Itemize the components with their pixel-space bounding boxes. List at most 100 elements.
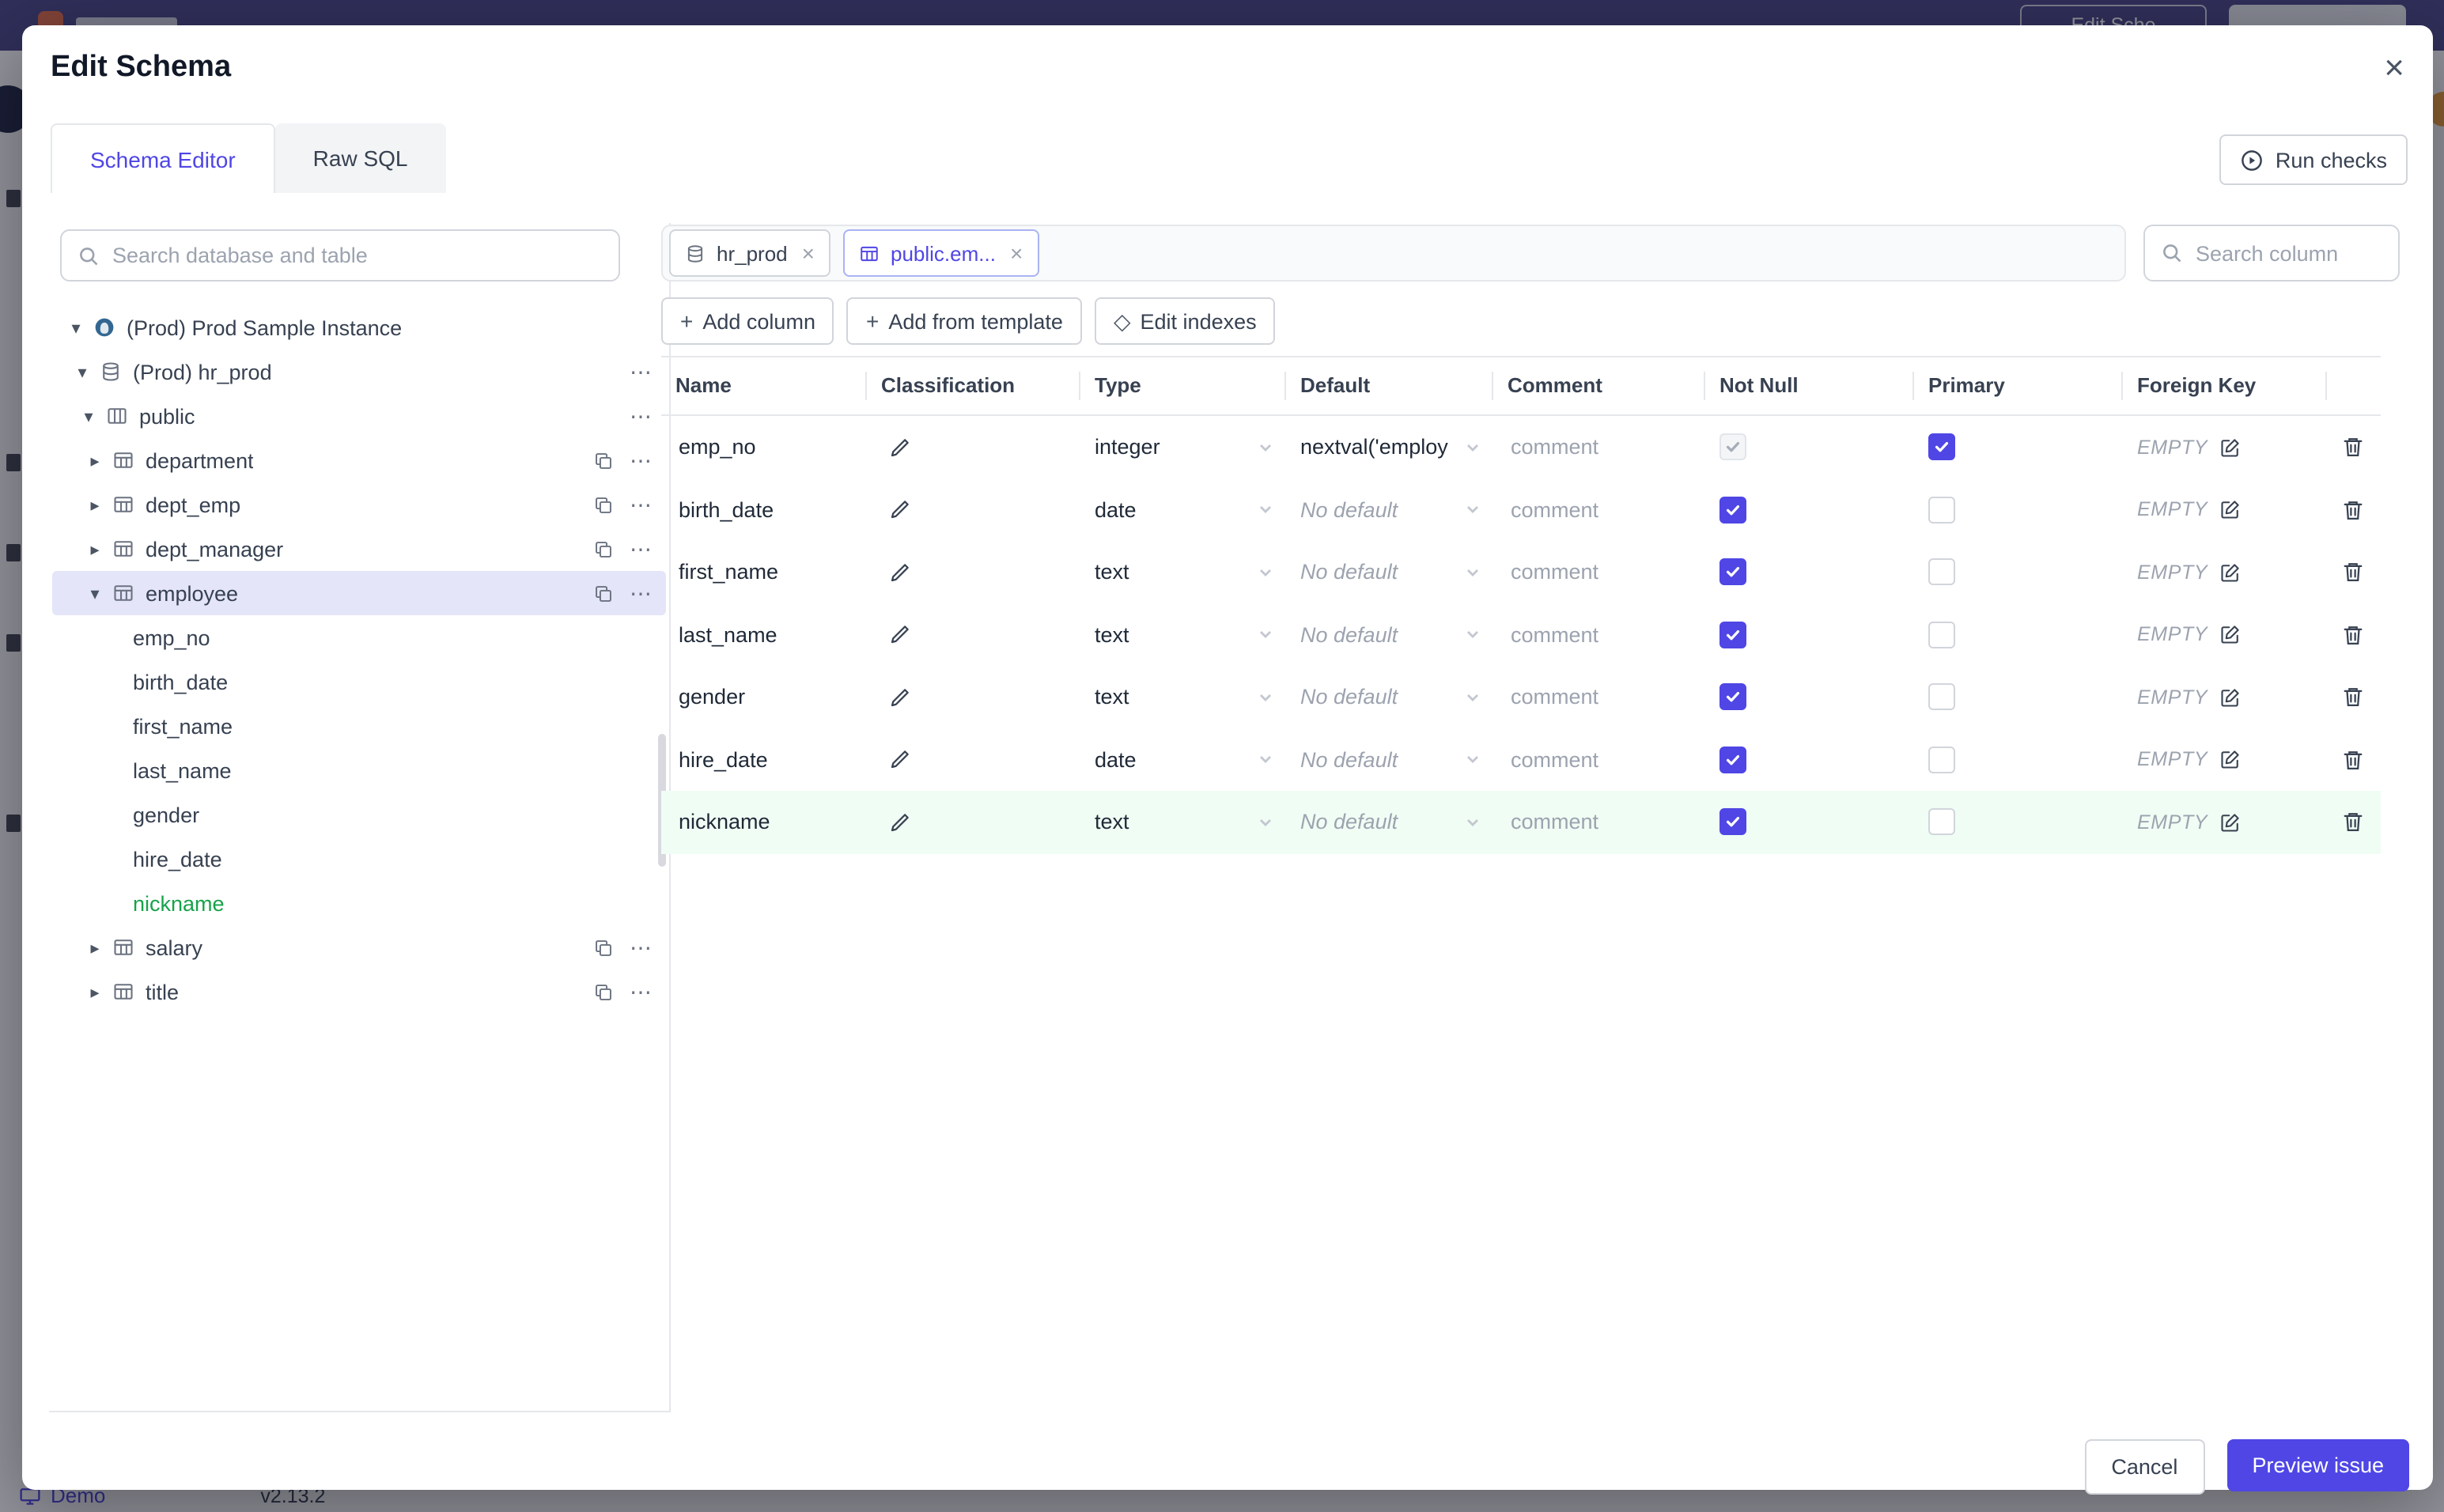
delete-column-icon[interactable] xyxy=(2341,811,2365,834)
tree-item-table-salary[interactable]: ▸ salary ⋯ xyxy=(52,925,666,970)
tree-item-column-hire-date[interactable]: hire_date xyxy=(52,837,666,881)
foreign-key-edit-icon[interactable] xyxy=(2219,624,2241,646)
cancel-button[interactable]: Cancel xyxy=(2084,1439,2205,1495)
chip-table-public-employee[interactable]: public.em... × xyxy=(843,229,1039,277)
primary-checkbox[interactable] xyxy=(1928,683,1955,711)
classification-edit-icon[interactable] xyxy=(881,561,911,584)
classification-edit-icon[interactable] xyxy=(881,499,911,521)
tree-item-column-gender[interactable]: gender xyxy=(52,792,666,837)
type-select[interactable]: text xyxy=(1095,686,1286,709)
type-select[interactable]: text xyxy=(1095,623,1286,647)
tree-item-column-birth-date[interactable]: birth_date xyxy=(52,660,666,704)
caret-right-icon[interactable]: ▸ xyxy=(85,494,104,515)
run-checks-button[interactable]: Run checks xyxy=(2219,134,2408,185)
comment-input[interactable] xyxy=(1508,433,1696,461)
column-name-input[interactable] xyxy=(675,496,867,524)
tree-item-column-first-name[interactable]: first_name xyxy=(52,704,666,748)
close-icon[interactable]: × xyxy=(2378,44,2411,92)
more-options-icon[interactable]: ⋯ xyxy=(630,358,653,385)
caret-down-icon[interactable]: ▾ xyxy=(85,583,104,603)
not-null-checkbox[interactable] xyxy=(1720,433,1746,461)
default-select[interactable]: nextval('employ xyxy=(1300,436,1493,459)
tree-item-table-dept-emp[interactable]: ▸ dept_emp ⋯ xyxy=(52,482,666,527)
default-select[interactable]: No default xyxy=(1300,686,1493,709)
caret-right-icon[interactable]: ▸ xyxy=(85,937,104,958)
edit-indexes-button[interactable]: ◇ Edit indexes xyxy=(1094,297,1276,345)
caret-down-icon[interactable]: ▾ xyxy=(66,317,85,338)
foreign-key-edit-icon[interactable] xyxy=(2219,499,2241,521)
delete-column-icon[interactable] xyxy=(2341,623,2365,647)
caret-right-icon[interactable]: ▸ xyxy=(85,539,104,559)
close-icon[interactable]: × xyxy=(802,240,815,266)
type-select[interactable]: text xyxy=(1095,811,1286,834)
column-name-input[interactable] xyxy=(675,808,867,836)
classification-edit-icon[interactable] xyxy=(881,686,911,709)
close-icon[interactable]: × xyxy=(1010,240,1023,266)
more-options-icon[interactable]: ⋯ xyxy=(630,580,653,607)
tree-item-schema-public[interactable]: ▾ public ⋯ xyxy=(52,394,666,438)
primary-checkbox[interactable] xyxy=(1928,496,1955,524)
classification-edit-icon[interactable] xyxy=(881,811,911,833)
tree-search-input[interactable] xyxy=(62,244,619,267)
more-options-icon[interactable]: ⋯ xyxy=(630,978,653,1005)
tab-raw-sql[interactable]: Raw SQL xyxy=(274,123,446,193)
not-null-checkbox[interactable] xyxy=(1720,496,1746,524)
copy-icon[interactable] xyxy=(593,937,614,958)
primary-checkbox[interactable] xyxy=(1928,621,1955,648)
delete-column-icon[interactable] xyxy=(2341,436,2365,459)
comment-input[interactable] xyxy=(1508,496,1696,524)
type-select[interactable]: date xyxy=(1095,748,1286,772)
primary-checkbox[interactable] xyxy=(1928,433,1955,461)
type-select[interactable]: date xyxy=(1095,498,1286,522)
foreign-key-edit-icon[interactable] xyxy=(2219,437,2241,459)
delete-column-icon[interactable] xyxy=(2341,561,2365,584)
tree-item-table-employee[interactable]: ▾ employee ⋯ xyxy=(52,571,666,615)
comment-input[interactable] xyxy=(1508,621,1696,648)
not-null-checkbox[interactable] xyxy=(1720,808,1746,836)
not-null-checkbox[interactable] xyxy=(1720,746,1746,773)
type-select[interactable]: integer xyxy=(1095,436,1286,459)
copy-icon[interactable] xyxy=(593,494,614,515)
add-column-button[interactable]: + Add column xyxy=(661,297,834,345)
delete-column-icon[interactable] xyxy=(2341,498,2365,522)
tree-item-table-dept-manager[interactable]: ▸ dept_manager ⋯ xyxy=(52,527,666,571)
tree-item-column-nickname[interactable]: nickname xyxy=(52,881,666,925)
more-options-icon[interactable]: ⋯ xyxy=(630,491,653,518)
more-options-icon[interactable]: ⋯ xyxy=(630,447,653,474)
primary-checkbox[interactable] xyxy=(1928,558,1955,586)
tree-item-database-hr-prod[interactable]: ▾ (Prod) hr_prod ⋯ xyxy=(52,350,666,394)
not-null-checkbox[interactable] xyxy=(1720,558,1746,586)
default-select[interactable]: No default xyxy=(1300,623,1493,647)
more-options-icon[interactable]: ⋯ xyxy=(630,934,653,961)
copy-icon[interactable] xyxy=(593,539,614,559)
tree-item-instance[interactable]: ▾ (Prod) Prod Sample Instance xyxy=(52,305,666,350)
not-null-checkbox[interactable] xyxy=(1720,683,1746,711)
classification-edit-icon[interactable] xyxy=(881,437,911,459)
foreign-key-edit-icon[interactable] xyxy=(2219,561,2241,584)
more-options-icon[interactable]: ⋯ xyxy=(630,535,653,562)
foreign-key-edit-icon[interactable] xyxy=(2219,686,2241,709)
comment-input[interactable] xyxy=(1508,558,1696,586)
primary-checkbox[interactable] xyxy=(1928,746,1955,773)
default-select[interactable]: No default xyxy=(1300,811,1493,834)
column-search-input[interactable] xyxy=(2145,241,2398,265)
delete-column-icon[interactable] xyxy=(2341,686,2365,709)
not-null-checkbox[interactable] xyxy=(1720,621,1746,648)
type-select[interactable]: text xyxy=(1095,561,1286,584)
tab-schema-editor[interactable]: Schema Editor xyxy=(51,123,275,193)
comment-input[interactable] xyxy=(1508,808,1696,836)
caret-right-icon[interactable]: ▸ xyxy=(85,981,104,1002)
default-select[interactable]: No default xyxy=(1300,748,1493,772)
copy-icon[interactable] xyxy=(593,981,614,1002)
tree-item-table-title[interactable]: ▸ title ⋯ xyxy=(52,970,666,1014)
caret-right-icon[interactable]: ▸ xyxy=(85,450,104,471)
foreign-key-edit-icon[interactable] xyxy=(2219,749,2241,771)
classification-edit-icon[interactable] xyxy=(881,624,911,646)
comment-input[interactable] xyxy=(1508,683,1696,711)
foreign-key-edit-icon[interactable] xyxy=(2219,811,2241,833)
copy-icon[interactable] xyxy=(593,450,614,471)
column-name-input[interactable] xyxy=(675,558,867,586)
tree-item-table-department[interactable]: ▸ department ⋯ xyxy=(52,438,666,482)
primary-checkbox[interactable] xyxy=(1928,808,1955,836)
column-name-input[interactable] xyxy=(675,746,867,773)
